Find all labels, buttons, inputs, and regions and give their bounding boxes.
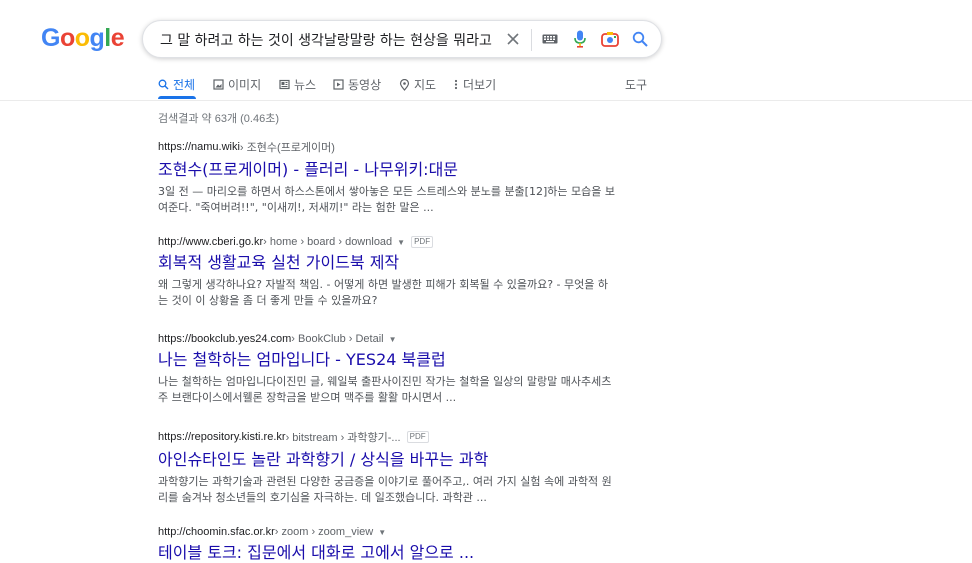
- chevron-down-icon[interactable]: ▼: [378, 528, 386, 537]
- camera-icon[interactable]: [600, 29, 620, 49]
- search-icon[interactable]: [630, 29, 650, 49]
- news-icon: [279, 79, 290, 90]
- result-snippet: 나는 철학하는 엄마입니다이진민 글, 웨일북 출판사이진민 작가는 철학을 일…: [158, 375, 612, 404]
- result-snippet: 왜 그렇게 생각하나요? 자발적 책임. - 어떻게 하면 발생한 피해가 회복…: [158, 278, 608, 307]
- microphone-icon[interactable]: [570, 29, 590, 49]
- search-result: https://repository.kisti.re.kr › bitstre…: [158, 429, 618, 506]
- pdf-badge: PDF: [411, 236, 434, 248]
- search-result: https://namu.wiki › 조현수(프로게이머) 조현수(프로게이머…: [158, 139, 618, 216]
- result-breadcrumb: › zoom › zoom_view: [274, 526, 374, 538]
- tab-maps[interactable]: 지도: [399, 76, 436, 93]
- chevron-down-icon[interactable]: ▼: [397, 238, 405, 247]
- result-domain: http://choomin.sfac.or.kr: [158, 526, 275, 538]
- result-url[interactable]: http://choomin.sfac.or.kr › zoom › zoom_…: [158, 526, 618, 538]
- tab-label: 이미지: [228, 78, 262, 92]
- result-url[interactable]: https://repository.kisti.re.kr › bitstre…: [158, 429, 618, 445]
- result-breadcrumb: › home › board › download: [263, 236, 393, 248]
- chevron-down-icon[interactable]: ▼: [389, 335, 397, 344]
- search-box[interactable]: [142, 20, 662, 58]
- pdf-badge: PDF: [406, 431, 429, 443]
- tab-all[interactable]: 전체: [158, 76, 196, 99]
- result-domain: https://repository.kisti.re.kr: [158, 431, 286, 443]
- result-title-link[interactable]: 조현수(프로게이머) - 플러리 - 나무위키:대문: [158, 160, 618, 180]
- result-breadcrumb: › BookClub › Detail: [291, 333, 384, 345]
- search-result: http://choomin.sfac.or.kr › zoom › zoom_…: [158, 526, 618, 563]
- tab-images[interactable]: 이미지: [213, 76, 261, 93]
- tab-label: 지도: [414, 78, 437, 92]
- result-snippet: 3일 전 — 마리오를 하면서 하스스톤에서 쌓아놓은 모든 스트레스와 분노를…: [158, 185, 615, 214]
- search-icon: [158, 79, 169, 90]
- logo-letter: g: [89, 24, 105, 52]
- result-domain: https://namu.wiki: [158, 141, 240, 153]
- map-pin-icon: [399, 78, 410, 91]
- result-title-link[interactable]: 아인슈타인도 놀란 과학향기 / 상식을 바꾸는 과학: [158, 450, 618, 470]
- logo-letter: o: [59, 24, 75, 52]
- tab-news[interactable]: 뉴스: [279, 76, 316, 93]
- result-snippet: 과학향기는 과학기술과 관련된 다양한 궁금증을 이야기로 풀어주고,. 여러 …: [158, 475, 612, 504]
- result-url[interactable]: https://namu.wiki › 조현수(프로게이머): [158, 139, 618, 155]
- search-box-divider: [531, 29, 532, 51]
- google-logo[interactable]: Google: [41, 24, 125, 53]
- logo-letter: G: [41, 24, 60, 52]
- video-icon: [333, 79, 344, 90]
- logo-letter: e: [110, 24, 125, 52]
- tab-label: 전체: [173, 78, 196, 92]
- tab-more[interactable]: 더보기: [453, 76, 496, 93]
- close-icon[interactable]: [503, 29, 523, 49]
- result-title-link[interactable]: 테이블 토크: 집문에서 대화로 고에서 알으로 ...: [158, 543, 618, 563]
- result-title-link[interactable]: 나는 철학하는 엄마입니다 - YES24 북클럽: [158, 350, 618, 370]
- more-vert-icon: [454, 79, 458, 90]
- tab-label: 뉴스: [294, 78, 317, 92]
- logo-letter: o: [74, 24, 90, 52]
- result-breadcrumb: › bitstream › 과학향기-...: [285, 432, 401, 444]
- tab-label: 동영상: [348, 78, 382, 92]
- keyboard-icon[interactable]: [540, 29, 560, 49]
- search-result: https://bookclub.yes24.com › BookClub › …: [158, 333, 618, 406]
- active-tab-indicator: [158, 96, 196, 99]
- result-domain: https://bookclub.yes24.com: [158, 333, 292, 345]
- result-url[interactable]: https://bookclub.yes24.com › BookClub › …: [158, 333, 618, 345]
- tab-label: 더보기: [463, 78, 497, 92]
- result-stats: 검색결과 약 63개 (0.46초): [158, 113, 279, 125]
- result-title-link[interactable]: 회복적 생활교육 실천 가이드북 제작: [158, 253, 618, 273]
- search-header: Google 전체 이미지 뉴스: [0, 0, 972, 101]
- tools-button[interactable]: 도구: [625, 76, 647, 93]
- tab-videos[interactable]: 동영상: [333, 76, 381, 93]
- result-breadcrumb: › 조현수(프로게이머): [239, 142, 335, 154]
- search-input[interactable]: [160, 30, 496, 50]
- search-result: http://www.cberi.go.kr › home › board › …: [158, 236, 618, 309]
- result-url[interactable]: http://www.cberi.go.kr › home › board › …: [158, 236, 618, 248]
- image-icon: [213, 79, 224, 90]
- result-domain: http://www.cberi.go.kr: [158, 236, 264, 248]
